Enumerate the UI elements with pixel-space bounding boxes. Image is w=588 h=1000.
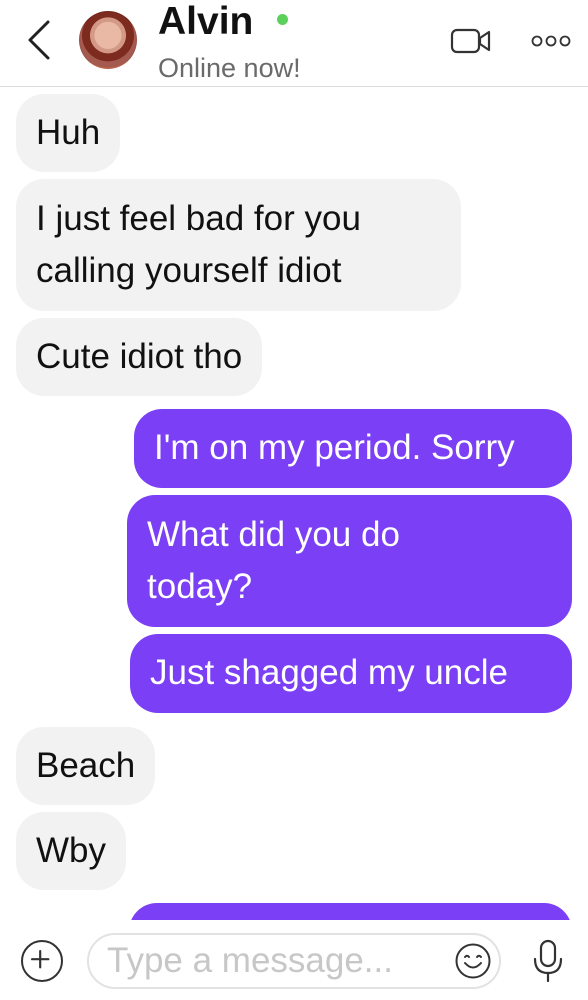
outgoing-message[interactable]: I'm on my period. Sorry: [134, 409, 572, 488]
message-text: Huh: [36, 113, 101, 152]
message-text: Beach: [36, 746, 136, 785]
outgoing-message[interactable]: What did you do today?: [127, 495, 572, 627]
message-text: Cute idiot tho: [36, 337, 243, 376]
microphone-icon[interactable]: [530, 938, 566, 984]
message-text: Just shagged my uncle: [150, 653, 508, 692]
chat-header: Alvin Online now!: [0, 0, 588, 87]
incoming-message[interactable]: Huh: [16, 94, 121, 172]
message-text: I just feel bad for you: [36, 199, 361, 238]
message-text: I'm on my period. Sorry: [154, 428, 515, 467]
outgoing-message[interactable]: Just shagged my uncle: [130, 634, 572, 713]
message-composer: [0, 920, 588, 1000]
incoming-message[interactable]: Cute idiot tho: [16, 318, 263, 396]
avatar[interactable]: [79, 11, 137, 69]
more-dots-icon[interactable]: [531, 34, 571, 48]
incoming-message[interactable]: I just feel bad for you calling yourself…: [16, 179, 461, 311]
message-text: today?: [147, 567, 253, 606]
contact-name[interactable]: Alvin: [158, 0, 253, 44]
incoming-message[interactable]: Beach: [16, 727, 156, 805]
message-text: What did you do: [147, 515, 400, 554]
incoming-message[interactable]: Wby: [16, 812, 126, 890]
online-status-text: Online now!: [158, 53, 301, 83]
chevron-left-icon[interactable]: [22, 18, 58, 62]
video-camera-icon[interactable]: [450, 27, 492, 55]
message-input[interactable]: [87, 933, 501, 989]
message-text: calling yourself idiot: [36, 251, 342, 290]
online-status-dot: [277, 14, 288, 25]
message-text: Wby: [36, 831, 106, 870]
plus-icon[interactable]: [21, 940, 63, 982]
emoji-icon[interactable]: [454, 942, 492, 980]
